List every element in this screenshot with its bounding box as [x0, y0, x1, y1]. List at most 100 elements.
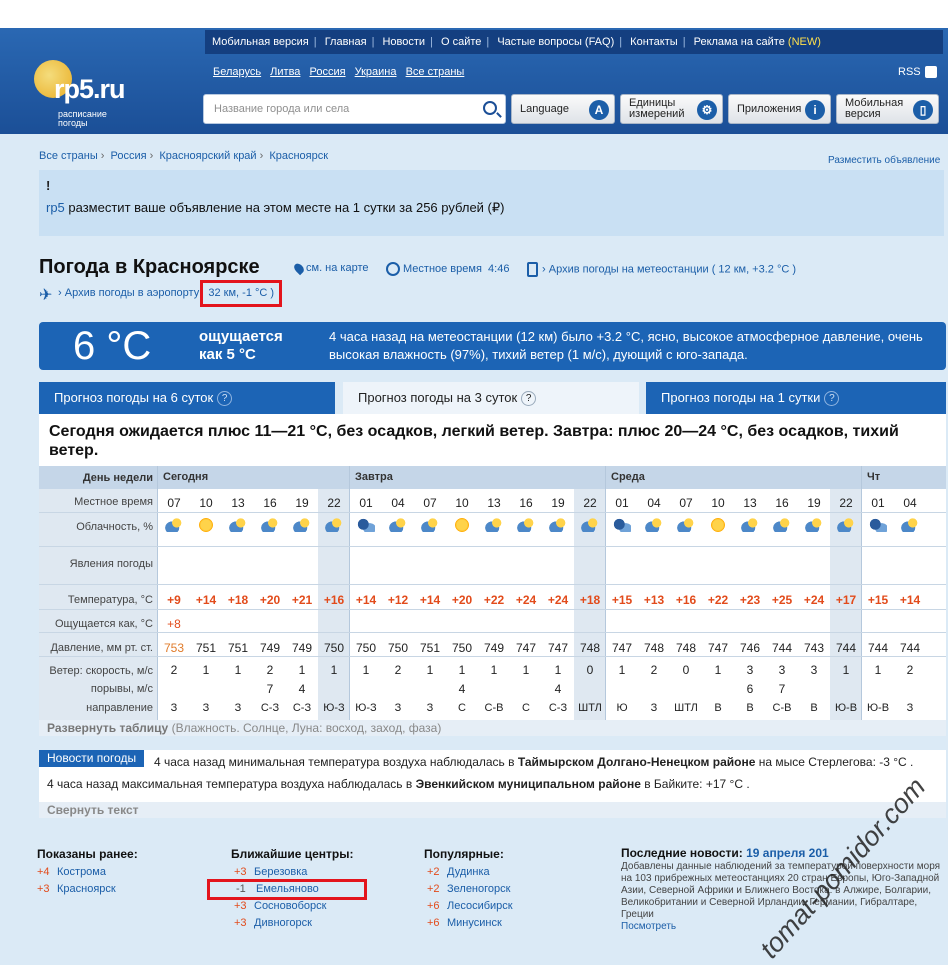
time-cell: 07	[679, 496, 693, 510]
tab-1-day-label: Прогноз погоды на 1 сутки	[661, 390, 821, 405]
city-link[interactable]: Красноярск	[57, 883, 116, 895]
news2-tail: в Байките: +17 °С .	[640, 777, 750, 791]
apps-button[interactable]: Приложения i	[728, 94, 831, 124]
list-item[interactable]: +6 Минусинск	[424, 915, 513, 932]
city-link[interactable]: Березовка	[254, 866, 307, 878]
nav-faq[interactable]: Частые вопросы (FAQ)	[497, 36, 614, 48]
ad-brand-link[interactable]: rp5	[46, 200, 65, 215]
day-name: Среда	[611, 471, 645, 483]
near-title: Ближайшие центры:	[231, 847, 354, 861]
list-item[interactable]: +2 Зеленогорск	[424, 881, 513, 898]
time-cell: 01	[871, 496, 885, 510]
country-russia[interactable]: Россия	[309, 66, 345, 78]
row-separator	[39, 609, 946, 610]
nav-home[interactable]: Главная	[325, 36, 367, 48]
crumb-region[interactable]: Красноярский край	[159, 150, 256, 162]
nav-about[interactable]: О сайте	[441, 36, 481, 48]
time-cell: 01	[359, 496, 373, 510]
crumb-city[interactable]: Красноярск	[269, 150, 328, 162]
nav-news[interactable]: Новости	[382, 36, 425, 48]
units-button[interactable]: Единицы измерений ⚙	[620, 94, 723, 124]
crumb-all[interactable]: Все страны	[39, 150, 98, 162]
search-input[interactable]: Название города или села	[203, 94, 506, 124]
news-tag[interactable]: Новости погоды	[39, 750, 145, 767]
label-day: День недели	[82, 472, 153, 484]
city-link[interactable]: Дудинка	[447, 866, 490, 878]
rss-icon	[924, 66, 937, 79]
temp-cell: +14	[355, 593, 377, 607]
tab-6-days[interactable]: Прогноз погоды на 6 суток?	[39, 382, 335, 414]
nav-ads[interactable]: Реклама на сайте	[694, 36, 785, 48]
country-ukraine[interactable]: Украина	[355, 66, 397, 78]
expand-label: Развернуть таблицу	[47, 721, 169, 735]
gear-icon: ⚙	[697, 100, 717, 120]
crumb-russia[interactable]: Россия	[111, 150, 147, 162]
city-link[interactable]: Сосновоборск	[254, 900, 326, 912]
language-button[interactable]: Language A	[511, 94, 615, 124]
rss-link[interactable]: RSS	[898, 66, 937, 79]
list-item[interactable]: +4 Кострома	[37, 864, 138, 881]
partly-cloudy-icon	[229, 518, 247, 532]
expand-table[interactable]: Развернуть таблицу (Влажность. Солнце, Л…	[39, 720, 946, 736]
wind-cell: 2	[906, 663, 914, 677]
country-links: Беларусь Литва Россия Украина Все страны	[213, 66, 470, 78]
phone-icon: ▯	[913, 100, 933, 120]
direction-cell: Ю-В	[866, 702, 890, 714]
help-icon[interactable]: ?	[521, 391, 537, 407]
nav-contacts[interactable]: Контакты	[630, 36, 678, 48]
pressure-cell: 753	[163, 641, 185, 655]
help-icon[interactable]: ?	[824, 391, 840, 407]
tab-3-days[interactable]: Прогноз погоды на 3 суток?	[343, 382, 639, 416]
country-lithuania[interactable]: Литва	[270, 66, 300, 78]
time-cell: 16	[519, 496, 533, 510]
popular-cities: Популярные: +2 Дудинка +2 Зеленогорск +6 Ле…	[424, 847, 513, 932]
city-link[interactable]: Минусинск	[447, 917, 502, 929]
city-link[interactable]: Лесосибирск	[447, 900, 513, 912]
list-item[interactable]: +2 Дудинка	[424, 864, 513, 881]
search-icon[interactable]	[483, 101, 497, 115]
place-ad-link[interactable]: Разместить объявление	[828, 155, 940, 166]
temp-cell: +16	[675, 593, 697, 607]
gust-cell: 7	[778, 682, 786, 696]
wind-cell: 1	[618, 663, 626, 677]
wind-cell: 1	[714, 663, 722, 677]
wind-cell: 1	[842, 663, 850, 677]
wind-cell: 3	[810, 663, 818, 677]
nav-mobile[interactable]: Мобильная версия	[212, 36, 309, 48]
help-icon[interactable]: ?	[217, 391, 233, 407]
list-item[interactable]: +3 Сосновоборск	[231, 898, 353, 915]
temp-cell: +20	[451, 593, 473, 607]
list-item[interactable]: +6 Лесосибирск	[424, 898, 513, 915]
row-separator	[39, 656, 946, 657]
latest-news-date[interactable]: 19 апреля 201	[746, 846, 829, 860]
city-link[interactable]: Дивногорск	[254, 917, 312, 929]
country-belarus[interactable]: Беларусь	[213, 66, 261, 78]
direction-cell: С-В	[484, 702, 504, 714]
list-item[interactable]: +3 Дивногорск	[231, 915, 353, 932]
mobile-button[interactable]: Мобильная версия ▯	[836, 94, 939, 124]
row-separator	[39, 546, 946, 547]
search-placeholder: Название города или села	[214, 103, 350, 115]
archive-station-link[interactable]: › Архив погоды на метеостанции ( 12 км, …	[527, 262, 796, 277]
site-logo[interactable]: rp5.ru расписание погоды	[34, 58, 144, 130]
temp-value: +4	[37, 866, 50, 878]
wind-cell: 2	[394, 663, 402, 677]
list-item[interactable]: +3 Красноярск	[37, 881, 138, 898]
time-cell: 04	[903, 496, 917, 510]
map-link[interactable]: см. на карте	[292, 261, 369, 275]
temp-value: +3	[37, 883, 50, 895]
news-item: 4 часа назад максимальная температура во…	[47, 777, 750, 791]
wind-cell: 2	[650, 663, 658, 677]
city-link[interactable]: Зеленогорск	[447, 883, 510, 895]
collapse-text[interactable]: Свернуть текст	[39, 802, 946, 818]
city-link[interactable]: Кострома	[57, 866, 106, 878]
country-all[interactable]: Все страны	[406, 66, 465, 78]
partly-cloudy-icon	[549, 518, 567, 532]
time-cell: 19	[551, 496, 565, 510]
tab-1-day[interactable]: Прогноз погоды на 1 сутки?	[646, 382, 946, 414]
partly-cloudy-icon	[837, 518, 855, 532]
temp-cell: +14	[899, 593, 921, 607]
pressure-cell: 747	[707, 641, 729, 655]
direction-cell: Ю-З	[355, 702, 377, 714]
time-cell: 13	[231, 496, 245, 510]
